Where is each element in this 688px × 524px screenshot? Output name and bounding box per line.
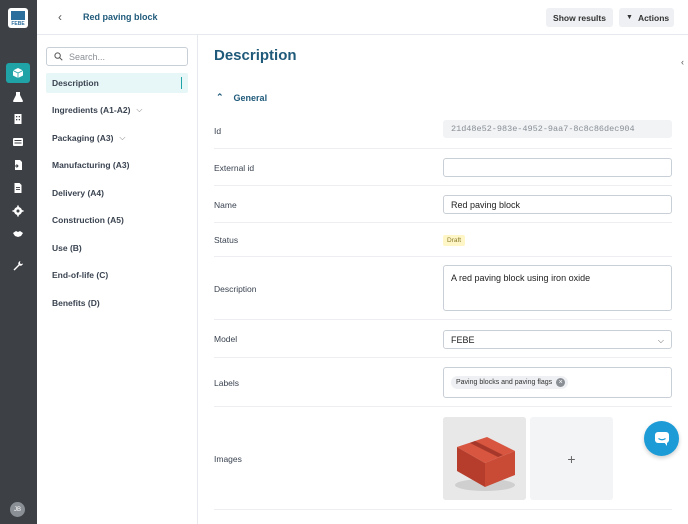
show-results-button[interactable]: Show results bbox=[546, 8, 613, 27]
id-field: 21d48e52-983e-4952-9aa7-8c8c86dec904 bbox=[443, 120, 672, 138]
active-indicator bbox=[181, 77, 182, 89]
febe-logo[interactable]: FEBE bbox=[8, 8, 28, 28]
chat-icon bbox=[654, 431, 669, 446]
actions-label: Actions bbox=[637, 12, 670, 23]
main-content: ‹ Description ⌃ General Id 21d48e52-983e… bbox=[198, 35, 688, 524]
logo-text: FEBE bbox=[11, 21, 25, 27]
nav-item-label: Packaging (A3) bbox=[52, 133, 114, 143]
rail-settings-button[interactable] bbox=[6, 201, 30, 221]
nav-item-label: Description bbox=[52, 78, 99, 88]
chevron-down-icon: ⌵ bbox=[657, 336, 664, 345]
section-nav: Description Ingredients (A1-A2) ⌵ Packag… bbox=[37, 35, 198, 524]
flask-icon bbox=[13, 92, 23, 102]
section-title: General bbox=[233, 92, 268, 103]
search-input[interactable] bbox=[69, 51, 179, 62]
search-box[interactable] bbox=[46, 47, 188, 66]
handshake-icon bbox=[13, 231, 23, 237]
back-chevron-icon[interactable]: ‹ bbox=[53, 10, 67, 24]
nav-item-construction[interactable]: Construction (A5) bbox=[46, 210, 188, 230]
section-general-toggle[interactable]: ⌃ General bbox=[216, 92, 267, 103]
label-chip: Paving blocks and paving flags × bbox=[451, 376, 569, 389]
top-bar: ‹ Red paving block Show results ▼ Action… bbox=[37, 0, 688, 35]
rail-partners-button[interactable] bbox=[6, 224, 30, 244]
image-thumbnail[interactable] bbox=[443, 417, 526, 500]
model-selected-value: FEBE bbox=[451, 334, 475, 345]
caret-down-icon: ▼ bbox=[626, 14, 633, 21]
box-icon bbox=[12, 68, 24, 78]
row-external-id: External id bbox=[214, 149, 672, 186]
chevron-down-icon: ⌵ bbox=[136, 105, 143, 114]
list-icon bbox=[13, 138, 23, 146]
nav-item-label: Construction (A5) bbox=[52, 215, 124, 225]
label-chip-text: Paving blocks and paving flags bbox=[456, 379, 553, 386]
status-badge: Draft bbox=[443, 235, 466, 246]
wrench-icon bbox=[13, 261, 23, 271]
rail-products-button[interactable] bbox=[6, 63, 30, 83]
model-select[interactable]: FEBE ⌵ bbox=[443, 330, 672, 349]
rail-tools-button[interactable] bbox=[6, 256, 30, 276]
chevron-down-icon: ⌵ bbox=[119, 133, 126, 142]
field-label: Labels bbox=[214, 378, 240, 388]
row-images: Images + bbox=[214, 407, 672, 510]
page-title: Red paving block bbox=[83, 12, 158, 22]
document-icon bbox=[14, 183, 22, 193]
paving-brick-image bbox=[443, 417, 526, 500]
nav-item-benefits[interactable]: Benefits (D) bbox=[46, 293, 188, 313]
nav-item-end-of-life[interactable]: End-of-life (C) bbox=[46, 265, 188, 285]
add-image-button[interactable]: + bbox=[530, 417, 613, 500]
rail-documents-button[interactable] bbox=[6, 178, 30, 198]
field-label: Model bbox=[214, 334, 238, 344]
import-file-icon bbox=[13, 160, 22, 170]
nav-item-label: Benefits (D) bbox=[52, 298, 100, 308]
row-description: Description A red paving block using iro… bbox=[214, 257, 672, 320]
actions-button[interactable]: ▼ Actions bbox=[619, 8, 674, 27]
field-label: Status bbox=[214, 235, 239, 245]
row-name: Name Red paving block bbox=[214, 186, 672, 223]
rail-buildings-button[interactable] bbox=[6, 109, 30, 129]
field-label: External id bbox=[214, 163, 255, 173]
nav-item-label: Ingredients (A1-A2) bbox=[52, 105, 131, 115]
nav-item-manufacturing[interactable]: Manufacturing (A3) bbox=[46, 155, 188, 175]
row-model: Model FEBE ⌵ bbox=[214, 320, 672, 358]
icon-rail: FEBE JB bbox=[0, 0, 37, 524]
name-input[interactable]: Red paving block bbox=[443, 195, 672, 214]
search-icon bbox=[54, 52, 63, 61]
external-id-input[interactable] bbox=[443, 158, 672, 177]
description-textarea[interactable]: A red paving block using iron oxide bbox=[443, 265, 672, 311]
row-id: Id 21d48e52-983e-4952-9aa7-8c8c86dec904 bbox=[214, 111, 672, 149]
section-heading: Description bbox=[214, 47, 297, 64]
user-avatar[interactable]: JB bbox=[10, 502, 25, 517]
nav-item-delivery[interactable]: Delivery (A4) bbox=[46, 183, 188, 203]
chat-button[interactable] bbox=[644, 421, 679, 456]
nav-item-use[interactable]: Use (B) bbox=[46, 238, 188, 258]
nav-item-label: End-of-life (C) bbox=[52, 270, 109, 280]
building-icon bbox=[14, 114, 22, 124]
remove-chip-icon[interactable]: × bbox=[556, 378, 566, 387]
row-labels: Labels Paving blocks and paving flags × bbox=[214, 358, 672, 407]
chevron-up-icon: ⌃ bbox=[216, 92, 224, 102]
labels-input[interactable]: Paving blocks and paving flags × bbox=[443, 367, 672, 398]
nav-item-label: Use (B) bbox=[52, 243, 82, 253]
gear-icon bbox=[12, 205, 24, 217]
row-status: Status Draft bbox=[214, 223, 672, 257]
nav-item-description[interactable]: Description bbox=[46, 73, 188, 93]
field-label: Description bbox=[214, 284, 257, 294]
field-label: Id bbox=[214, 126, 222, 136]
rail-import-button[interactable] bbox=[6, 155, 30, 175]
nav-item-ingredients[interactable]: Ingredients (A1-A2) ⌵ bbox=[46, 100, 188, 120]
rail-lab-button[interactable] bbox=[6, 87, 30, 107]
field-label: Images bbox=[214, 454, 242, 464]
plus-icon: + bbox=[567, 450, 576, 467]
nav-item-label: Delivery (A4) bbox=[52, 188, 104, 198]
chevron-left-icon[interactable]: ‹ bbox=[681, 57, 684, 67]
nav-item-packaging[interactable]: Packaging (A3) ⌵ bbox=[46, 128, 188, 148]
field-label: Name bbox=[214, 200, 237, 210]
nav-item-label: Manufacturing (A3) bbox=[52, 160, 130, 170]
rail-list-button[interactable] bbox=[6, 132, 30, 152]
